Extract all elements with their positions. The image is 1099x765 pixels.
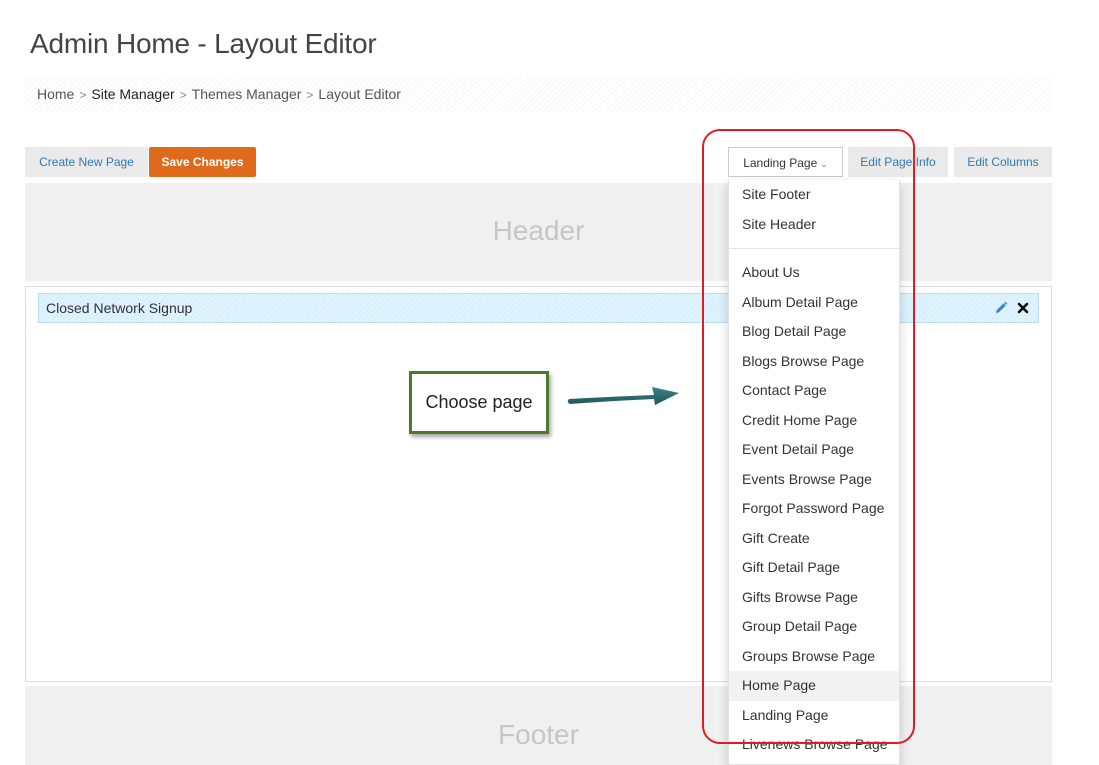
chevron-down-icon: ⌄: [820, 159, 828, 169]
page-title: Admin Home - Layout Editor: [30, 28, 377, 59]
page-select-dropdown: Site Footer Site Header About Us Album D…: [728, 180, 900, 765]
dropdown-item-livenews-browse-page[interactable]: Livenews Browse Page: [729, 730, 899, 760]
breadcrumb-home[interactable]: Home: [37, 86, 74, 102]
dropdown-item-gift-create[interactable]: Gift Create: [729, 524, 899, 554]
dropdown-item-forgot-password-page[interactable]: Forgot Password Page: [729, 494, 899, 524]
dropdown-item-album-detail-page[interactable]: Album Detail Page: [729, 288, 899, 318]
page-select[interactable]: Landing Page ⌄: [728, 147, 843, 177]
breadcrumb: Home > Site Manager > Themes Manager > Layout …: [25, 76, 1052, 112]
dropdown-item-gift-detail-page[interactable]: Gift Detail Page: [729, 553, 899, 583]
breadcrumb-site-manager[interactable]: Site Manager: [91, 86, 174, 102]
dropdown-pages-group: About Us Album Detail Page Blog Detail P…: [729, 258, 899, 760]
close-icon[interactable]: [1016, 301, 1030, 315]
dropdown-system-group: Site Footer Site Header: [729, 180, 899, 239]
choose-page-callout: Choose page: [409, 371, 549, 434]
breadcrumb-layout-editor: Layout Editor: [318, 86, 401, 102]
dropdown-divider: [729, 248, 899, 249]
breadcrumb-themes-manager[interactable]: Themes Manager: [192, 86, 302, 102]
create-new-page-button[interactable]: Create New Page: [25, 147, 148, 177]
breadcrumb-separator: >: [79, 88, 87, 102]
edit-columns-button[interactable]: Edit Columns: [954, 147, 1052, 177]
page-select-value: Landing Page: [743, 156, 818, 170]
dropdown-item-about-us[interactable]: About Us: [729, 258, 899, 288]
breadcrumb-separator: >: [306, 88, 314, 102]
breadcrumb-separator: >: [179, 88, 187, 102]
save-changes-button[interactable]: Save Changes: [149, 147, 256, 177]
pencil-icon[interactable]: [994, 301, 1008, 315]
dropdown-item-group-detail-page[interactable]: Group Detail Page: [729, 612, 899, 642]
dropdown-item-credit-home-page[interactable]: Credit Home Page: [729, 406, 899, 436]
dropdown-item-contact-page[interactable]: Contact Page: [729, 376, 899, 406]
dropdown-item-home-page[interactable]: Home Page: [729, 671, 899, 701]
annotation-arrow: [567, 387, 679, 405]
dropdown-item-site-header[interactable]: Site Header: [729, 210, 899, 240]
dropdown-item-blogs-browse-page[interactable]: Blogs Browse Page: [729, 347, 899, 377]
edit-page-info-button[interactable]: Edit Page Info: [848, 147, 948, 177]
dropdown-item-landing-page[interactable]: Landing Page: [729, 701, 899, 731]
widget-title: Closed Network Signup: [46, 300, 193, 316]
dropdown-item-gifts-browse-page[interactable]: Gifts Browse Page: [729, 583, 899, 613]
dropdown-item-site-footer[interactable]: Site Footer: [729, 180, 899, 210]
widget-actions: [994, 300, 1030, 316]
dropdown-item-event-detail-page[interactable]: Event Detail Page: [729, 435, 899, 465]
dropdown-item-events-browse-page[interactable]: Events Browse Page: [729, 465, 899, 495]
dropdown-item-blog-detail-page[interactable]: Blog Detail Page: [729, 317, 899, 347]
dropdown-item-groups-browse-page[interactable]: Groups Browse Page: [729, 642, 899, 672]
